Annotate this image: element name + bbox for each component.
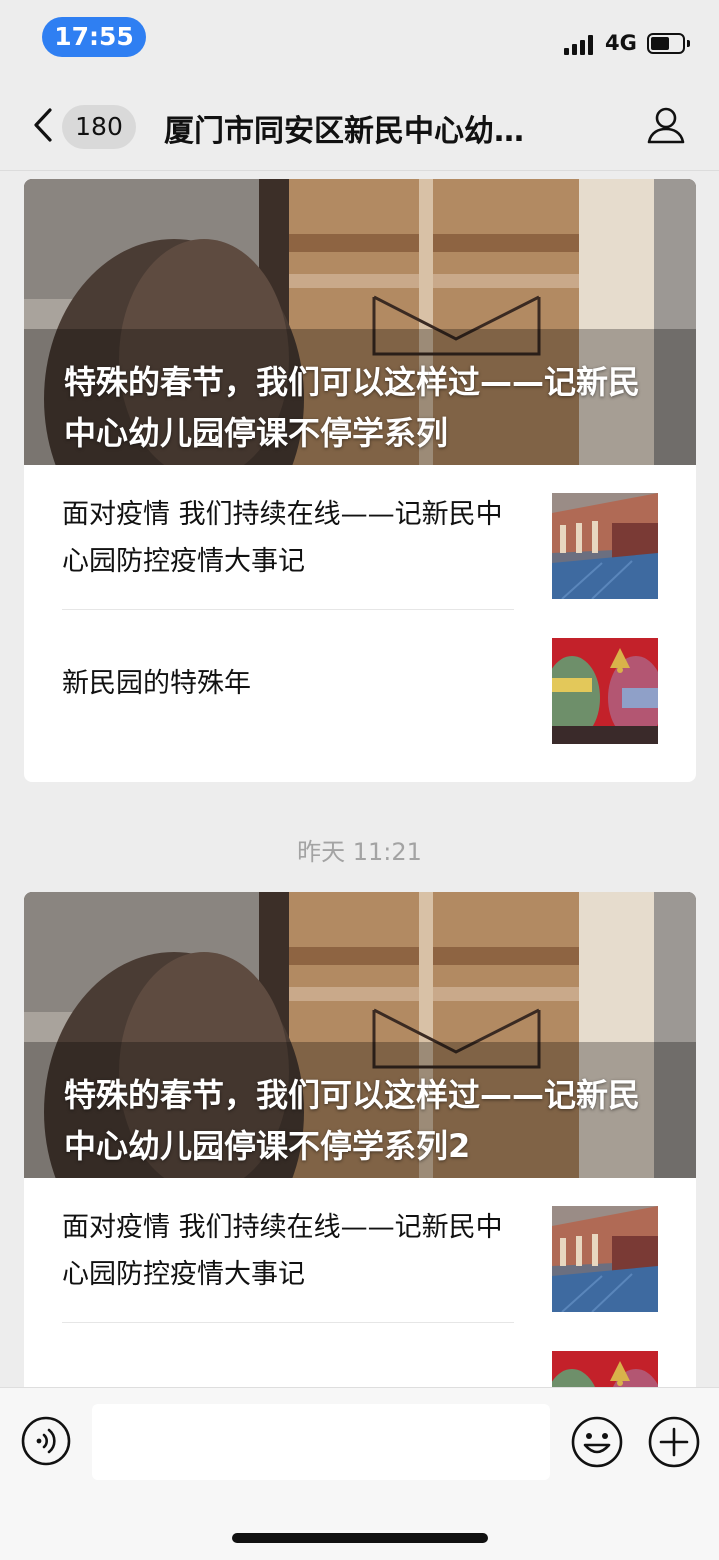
thumbnail-image — [552, 1206, 658, 1312]
input-bar — [0, 1387, 719, 1560]
voice-icon[interactable] — [20, 1415, 72, 1467]
thumbnail-image — [552, 493, 658, 599]
article-card[interactable]: 特殊的春节，我们可以这样过——记新民中心幼儿园停课不停学系列2 面对疫情 我们持… — [24, 892, 696, 1452]
cover-title: 特殊的春节，我们可以这样过——记新民中心幼儿园停课不停学系列2 — [64, 1076, 641, 1165]
cover-article[interactable]: 特殊的春节，我们可以这样过——记新民中心幼儿园停课不停学系列 — [24, 179, 696, 465]
cover-title: 特殊的春节，我们可以这样过——记新民中心幼儿园停课不停学系列 — [64, 363, 641, 452]
page-title: 厦门市同安区新民中心幼… — [164, 114, 524, 149]
message-input[interactable] — [92, 1404, 550, 1480]
article-card[interactable]: 特殊的春节，我们可以这样过——记新民中心幼儿园停课不停学系列 面对疫情 我们持续… — [24, 179, 696, 782]
plus-icon[interactable] — [647, 1415, 701, 1469]
list-item[interactable]: 新民园的特殊年 — [24, 610, 696, 755]
battery-icon — [647, 33, 690, 54]
status-time[interactable]: 17:55 — [42, 17, 146, 57]
cover-article[interactable]: 特殊的春节，我们可以这样过——记新民中心幼儿园停课不停学系列2 — [24, 892, 696, 1178]
thumbnail-image — [552, 638, 658, 744]
chevron-left-icon[interactable] — [28, 107, 58, 143]
home-indicator — [232, 1533, 488, 1543]
person-icon[interactable] — [645, 104, 687, 146]
list-item[interactable]: 面对疫情 我们持续在线——记新民中心园防控疫情大事记 — [24, 465, 696, 610]
item-title: 面对疫情 我们持续在线——记新民中心园防控疫情大事记 — [62, 499, 503, 577]
unread-badge[interactable]: 180 — [62, 105, 136, 149]
list-item[interactable]: 面对疫情 我们持续在线——记新民中心园防控疫情大事记 — [24, 1178, 696, 1323]
status-bar: 17:55 4G — [0, 0, 719, 80]
smile-icon[interactable] — [570, 1415, 624, 1469]
item-title: 新民园的特殊年 — [62, 668, 251, 699]
signal-icon — [564, 35, 596, 55]
network-type: 4G — [605, 31, 637, 55]
item-title: 面对疫情 我们持续在线——记新民中心园防控疫情大事记 — [62, 1212, 503, 1290]
nav-bar: 180 厦门市同安区新民中心幼… — [0, 80, 719, 171]
message-timestamp: 昨天 11:21 — [297, 838, 422, 866]
